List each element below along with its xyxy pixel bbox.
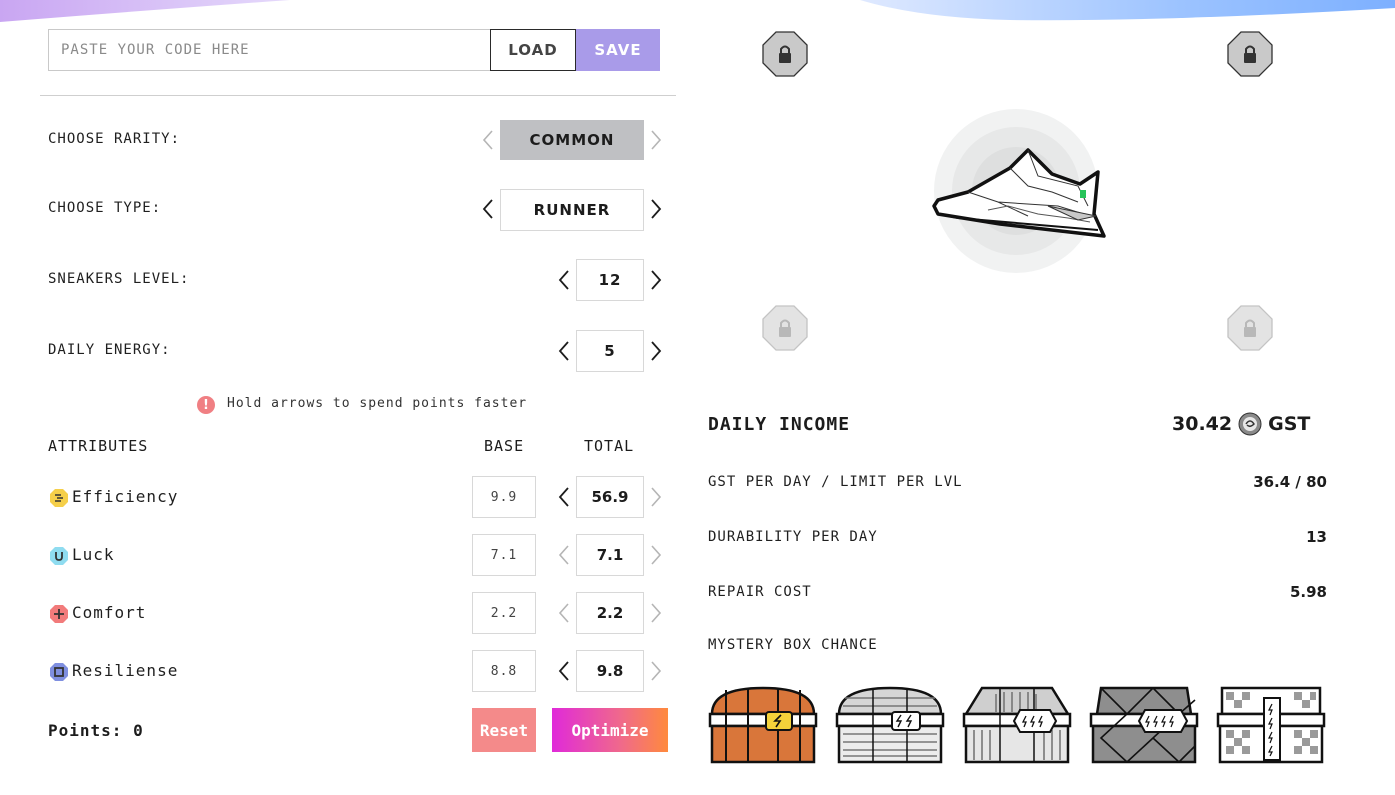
attributes-header: ATTRIBUTES xyxy=(48,437,149,455)
resilience-decrease-button[interactable] xyxy=(554,658,574,684)
chevron-left-icon xyxy=(558,661,569,681)
load-button[interactable]: LOAD xyxy=(490,29,576,71)
hint-text: Hold arrows to spend points faster xyxy=(227,396,528,411)
stat-label-durability: DURABILITY PER DAY xyxy=(708,529,878,545)
legendary-box xyxy=(1216,686,1326,764)
epic-box xyxy=(1089,686,1199,764)
level-value: 12 xyxy=(576,259,644,301)
resilience-base: 8.8 xyxy=(472,650,536,692)
stat-label-repair-cost: REPAIR COST xyxy=(708,584,812,600)
rarity-label: CHOOSE RARITY: xyxy=(48,131,181,147)
level-increase-button[interactable] xyxy=(646,267,666,293)
rarity-value: COMMON xyxy=(500,120,644,160)
comfort-base: 2.2 xyxy=(472,592,536,634)
resilience-increase-button[interactable] xyxy=(646,658,666,684)
efficiency-increase-button[interactable] xyxy=(646,484,666,510)
resilience-label: Resiliense xyxy=(72,661,179,680)
stat-value-gst-per-day: 36.4 / 80 xyxy=(1253,473,1327,491)
chevron-right-icon xyxy=(651,487,662,507)
gem-socket-3-lock-icon[interactable] xyxy=(762,305,808,351)
chevron-right-icon xyxy=(651,603,662,623)
comfort-increase-button[interactable] xyxy=(646,600,666,626)
chevron-right-icon xyxy=(651,545,662,565)
gem-socket-4-lock-icon[interactable] xyxy=(1227,305,1273,351)
comfort-label: Comfort xyxy=(72,603,147,622)
exclamation-icon: ! xyxy=(197,396,215,414)
resilience-icon xyxy=(50,663,68,681)
rarity-next-button[interactable] xyxy=(646,127,666,153)
type-prev-button[interactable] xyxy=(478,196,498,222)
daily-income-value: 30.42 GST xyxy=(1172,412,1310,436)
base-header: BASE xyxy=(484,437,525,455)
uncommon-box xyxy=(835,686,945,764)
rarity-prev-button[interactable] xyxy=(478,127,498,153)
chevron-right-icon xyxy=(651,661,662,681)
chevron-left-icon xyxy=(558,270,569,290)
chevron-left-icon xyxy=(558,603,569,623)
comfort-decrease-button[interactable] xyxy=(554,600,574,626)
comfort-icon xyxy=(50,605,68,623)
reset-button[interactable]: Reset xyxy=(472,708,536,752)
points-remaining: Points: 0 xyxy=(48,721,144,740)
stat-value-durability: 13 xyxy=(1306,528,1327,546)
chevron-right-icon xyxy=(651,199,662,219)
type-value: RUNNER xyxy=(500,189,644,231)
chevron-left-icon xyxy=(558,341,569,361)
energy-label: DAILY ENERGY: xyxy=(48,342,171,358)
luck-increase-button[interactable] xyxy=(646,542,666,568)
daily-income-amount: 30.42 xyxy=(1172,413,1233,435)
type-label: CHOOSE TYPE: xyxy=(48,200,162,216)
luck-base: 7.1 xyxy=(472,534,536,576)
luck-label: Luck xyxy=(72,545,115,564)
comfort-total: 2.2 xyxy=(576,592,644,634)
energy-decrease-button[interactable] xyxy=(554,338,574,364)
efficiency-decrease-button[interactable] xyxy=(554,484,574,510)
energy-value: 5 xyxy=(576,330,644,372)
mystery-box-label: MYSTERY BOX CHANCE xyxy=(708,637,878,653)
luck-total: 7.1 xyxy=(576,534,644,576)
chevron-right-icon xyxy=(651,270,662,290)
luck-icon xyxy=(50,547,68,565)
save-button[interactable]: SAVE xyxy=(576,29,660,71)
level-decrease-button[interactable] xyxy=(554,267,574,293)
chevron-left-icon xyxy=(558,545,569,565)
rare-box xyxy=(962,686,1072,764)
optimize-button[interactable]: Optimize xyxy=(552,708,668,752)
chevron-left-icon xyxy=(482,199,493,219)
gem-socket-1-lock-icon[interactable] xyxy=(762,31,808,77)
divider xyxy=(40,95,676,96)
chevron-right-icon xyxy=(651,341,662,361)
top-right-decoration xyxy=(860,0,1395,21)
gst-coin-icon xyxy=(1238,412,1262,436)
daily-income-currency: GST xyxy=(1268,413,1311,435)
energy-increase-button[interactable] xyxy=(646,338,666,364)
chevron-left-icon xyxy=(558,487,569,507)
luck-decrease-button[interactable] xyxy=(554,542,574,568)
sneaker-image xyxy=(932,109,1106,273)
total-header: TOTAL xyxy=(584,437,635,455)
efficiency-label: Efficiency xyxy=(72,487,179,506)
resilience-total: 9.8 xyxy=(576,650,644,692)
top-left-decoration xyxy=(0,0,290,22)
level-label: SNEAKERS LEVEL: xyxy=(48,271,190,287)
chevron-left-icon xyxy=(482,130,493,150)
type-next-button[interactable] xyxy=(646,196,666,222)
stat-value-repair-cost: 5.98 xyxy=(1289,583,1327,601)
gem-socket-2-lock-icon[interactable] xyxy=(1227,31,1273,77)
daily-income-title: DAILY INCOME xyxy=(708,414,851,435)
code-input[interactable] xyxy=(48,29,490,71)
common-box xyxy=(708,686,818,764)
efficiency-total: 56.9 xyxy=(576,476,644,518)
efficiency-base: 9.9 xyxy=(472,476,536,518)
stat-label-gst-per-day: GST PER DAY / LIMIT PER LVL xyxy=(708,474,963,490)
chevron-right-icon xyxy=(651,130,662,150)
efficiency-icon xyxy=(50,489,68,507)
